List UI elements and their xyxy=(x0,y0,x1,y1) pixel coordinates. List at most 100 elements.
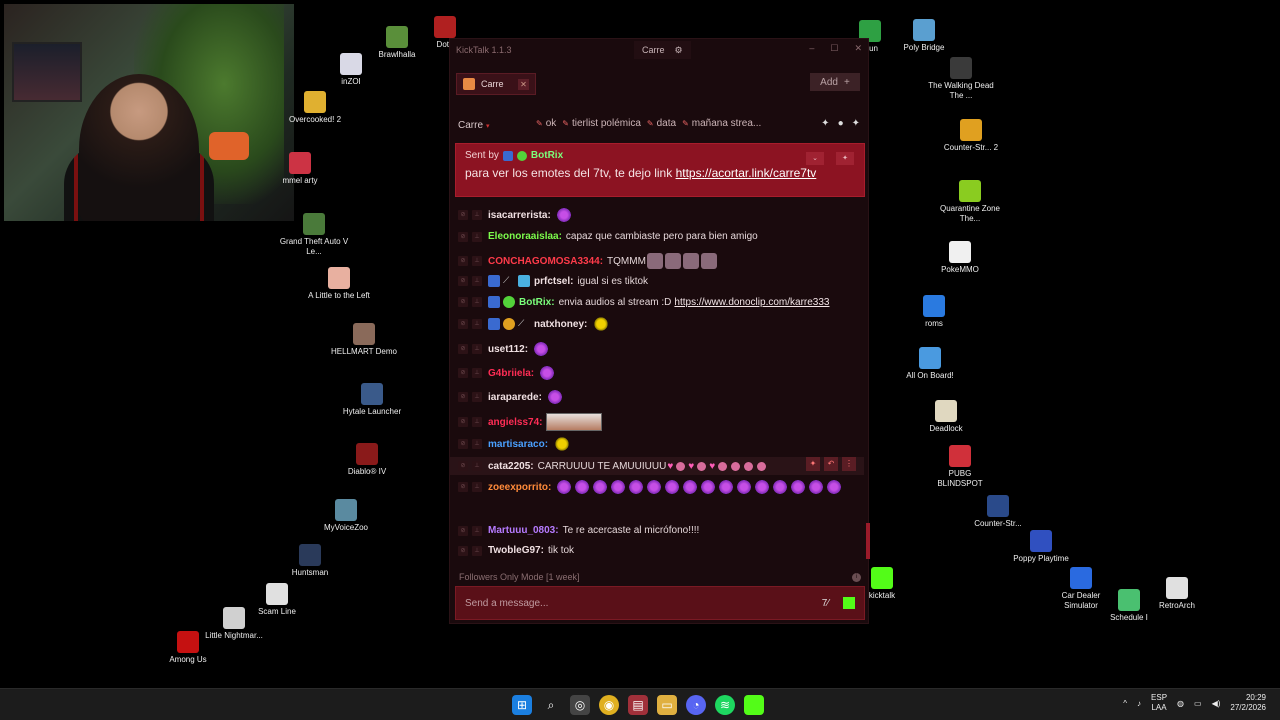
unpin-icon[interactable]: ✦ xyxy=(836,152,854,165)
timeout-icon[interactable]: ⊘ xyxy=(458,319,468,329)
chat-link[interactable]: https://www.donoclip.com/karre333 xyxy=(674,297,829,308)
pinned-tag[interactable]: ✎ data xyxy=(647,118,676,129)
microphone-icon[interactable]: ♪ xyxy=(1137,699,1141,708)
desktop-icon-roms[interactable]: roms xyxy=(899,295,969,329)
ban-icon[interactable]: ⊥ xyxy=(472,461,482,471)
desktop-icon-walking-dead[interactable]: The Walking Dead The ... xyxy=(926,57,996,101)
channel-name[interactable]: Carre ▾ xyxy=(458,120,490,131)
ban-icon[interactable]: ⊥ xyxy=(472,319,482,329)
chat-username[interactable]: zoeexporrito: xyxy=(488,482,551,493)
chrome-icon[interactable]: ◉ xyxy=(599,695,619,715)
pinned-user[interactable]: BotRix xyxy=(531,150,563,161)
timeout-icon[interactable]: ⊘ xyxy=(458,417,468,427)
desktop-icon-among-us[interactable]: Among Us xyxy=(153,631,223,665)
streamer-app-icon[interactable]: ▤ xyxy=(628,695,648,715)
desktop-icon-mmel[interactable]: mmel arty xyxy=(270,152,330,186)
reply-icon[interactable]: ↶ xyxy=(824,457,838,471)
desktop-icon-poppy-playtime[interactable]: Poppy Playtime xyxy=(1006,530,1076,564)
close-button[interactable]: ✕ xyxy=(854,43,862,54)
timeout-icon[interactable]: ⊘ xyxy=(458,545,468,556)
ban-icon[interactable]: ⊥ xyxy=(472,482,482,492)
desktop-icon-overcooked[interactable]: Overcooked! 2 xyxy=(280,91,350,125)
titlebar-channel-chip[interactable]: Carre ⚙ xyxy=(634,41,691,59)
ban-icon[interactable]: ⊥ xyxy=(472,231,482,242)
chat-list[interactable]: ⊘ ⊥ isacarrerista: ⊘ ⊥ Eleonoraaislaa: cap… xyxy=(450,203,870,565)
tab-carre[interactable]: Carre ✕ xyxy=(456,73,536,95)
chat-username[interactable]: CONCHAGOMOSA3344: xyxy=(488,256,603,267)
timeout-icon[interactable]: ⊘ xyxy=(458,256,468,266)
desktop-icon-hellmart[interactable]: HELLMART Demo xyxy=(329,323,399,357)
scrollbar-thumb[interactable] xyxy=(866,523,870,559)
file-explorer-icon[interactable]: ▭ xyxy=(657,695,677,715)
chat-username[interactable]: Martuuu_0803: xyxy=(488,525,559,536)
maximize-button[interactable]: ☐ xyxy=(830,43,838,54)
chat-username[interactable]: prfctsel: xyxy=(534,276,573,287)
ban-icon[interactable]: ⊥ xyxy=(472,297,482,307)
add-channel-button[interactable]: Add + xyxy=(810,73,860,91)
windows-start-icon[interactable]: ⊞ xyxy=(512,695,532,715)
desktop-icon-huntsman[interactable]: Huntsman xyxy=(275,544,345,578)
desktop-icon-pokemmo[interactable]: PokeMMO xyxy=(925,241,995,275)
desktop-icon-myvoicezoo[interactable]: MyVoiceZoo xyxy=(311,499,381,533)
network-icon[interactable]: ◍ xyxy=(1177,699,1184,708)
language-indicator[interactable]: ESP LAA xyxy=(1151,693,1167,713)
timeout-icon[interactable]: ⊘ xyxy=(458,231,468,242)
desktop-icon-pubg[interactable]: PUBG BLINDSPOT xyxy=(925,445,995,489)
chat-username[interactable]: isacarrerista: xyxy=(488,210,551,221)
desktop-icon-diablo[interactable]: Diablo® IV xyxy=(332,443,402,477)
chat-username[interactable]: BotRix: xyxy=(519,297,555,308)
chat-username[interactable]: iaraparede: xyxy=(488,392,542,403)
desktop-icon-counter-strike-2[interactable]: Counter-Str... 2 xyxy=(936,119,1006,153)
pinned-link[interactable]: https://acortar.link/carre7tv xyxy=(676,166,817,180)
pinned-tag[interactable]: ✎ tierlist polémica xyxy=(562,118,641,129)
minimize-button[interactable]: – xyxy=(809,43,814,54)
search-icon[interactable]: ⌕ xyxy=(541,695,561,715)
chat-username[interactable]: G4briiela: xyxy=(488,368,534,379)
user-icon[interactable]: ● xyxy=(838,118,844,129)
ban-icon[interactable]: ⊥ xyxy=(472,368,482,378)
timeout-icon[interactable]: ⊘ xyxy=(458,368,468,378)
timeout-icon[interactable]: ⊘ xyxy=(458,461,468,471)
more-icon[interactable]: ⋮ xyxy=(842,457,856,471)
desktop-icon-deadlock[interactable]: Deadlock xyxy=(911,400,981,434)
chat-username[interactable]: uset112: xyxy=(488,344,528,355)
desktop-icon-little-left[interactable]: A Little to the Left xyxy=(304,267,374,301)
ban-icon[interactable]: ⊥ xyxy=(472,276,482,286)
ban-icon[interactable]: ⊥ xyxy=(472,256,482,266)
chat-username[interactable]: angielss74: xyxy=(488,417,542,428)
close-tab-icon[interactable]: ✕ xyxy=(518,78,529,90)
desktop-icon-inzoi[interactable]: inZOI xyxy=(316,53,386,87)
timeout-icon[interactable]: ⊘ xyxy=(458,439,468,449)
timeout-icon[interactable]: ⊘ xyxy=(458,525,468,536)
ban-icon[interactable]: ⊥ xyxy=(472,439,482,449)
ban-icon[interactable]: ⊥ xyxy=(472,525,482,536)
clock[interactable]: 20:29 27/2/2026 xyxy=(1230,693,1266,713)
timeout-icon[interactable]: ⊘ xyxy=(458,344,468,354)
timeout-icon[interactable]: ⊘ xyxy=(458,297,468,307)
pushpin-icon[interactable]: ✦ xyxy=(852,118,860,129)
timeout-icon[interactable]: ⊘ xyxy=(458,392,468,402)
volume-icon[interactable]: ◀) xyxy=(1212,699,1221,708)
desktop-icon-poly-bridge[interactable]: Poly Bridge xyxy=(889,19,959,53)
battery-icon[interactable]: ▭ xyxy=(1194,699,1202,708)
ban-icon[interactable]: ⊥ xyxy=(472,545,482,556)
collapse-icon[interactable]: ⌄ xyxy=(806,152,824,165)
ban-icon[interactable]: ⊥ xyxy=(472,417,482,427)
ban-icon[interactable]: ⊥ xyxy=(472,392,482,402)
spotify-icon[interactable]: ≋ xyxy=(715,695,735,715)
chat-username[interactable]: cata2205: xyxy=(488,461,534,472)
chat-username[interactable]: natxhoney: xyxy=(534,319,587,330)
tray-overflow-icon[interactable]: ^ xyxy=(1123,699,1127,708)
obs-icon[interactable]: ◎ xyxy=(570,695,590,715)
message-input[interactable] xyxy=(465,597,822,609)
discord-icon[interactable]: ◔ xyxy=(686,695,706,715)
desktop-icon-hytale[interactable]: Hytale Launcher xyxy=(337,383,407,417)
desktop-icon-quarantine-zone[interactable]: Quarantine Zone The... xyxy=(935,180,1005,224)
timeout-icon[interactable]: ⊘ xyxy=(458,210,468,220)
ban-icon[interactable]: ⊥ xyxy=(472,210,482,220)
pinned-tag[interactable]: ✎ ok xyxy=(536,118,556,129)
chat-username[interactable]: TwobleG97: xyxy=(488,545,544,556)
kicktalk-taskbar-icon[interactable] xyxy=(744,695,764,715)
chat-username[interactable]: Eleonoraaislaa: xyxy=(488,231,562,242)
desktop-icon-counter-strike[interactable]: Counter-Str... xyxy=(963,495,1033,529)
